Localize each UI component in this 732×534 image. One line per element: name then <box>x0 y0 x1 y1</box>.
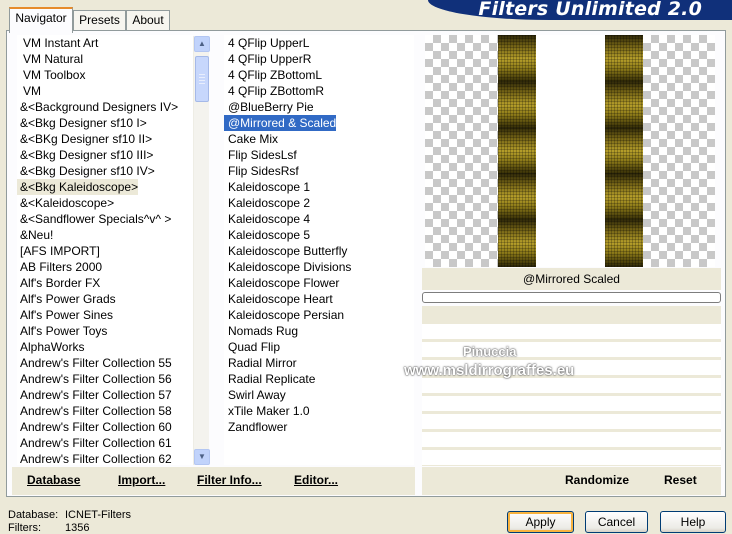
category-list-item[interactable]: Andrew's Filter Collection 56 <box>17 371 172 387</box>
category-list-item[interactable]: &<Bkg Kaleidoscope> <box>17 179 139 195</box>
help-button[interactable]: Help <box>660 511 726 533</box>
tab-about[interactable]: About <box>126 10 170 31</box>
category-list-item[interactable]: Alf's Power Sines <box>17 307 113 323</box>
category-list-item[interactable]: AlphaWorks <box>17 339 84 355</box>
parameter-row <box>422 432 721 447</box>
filter-list-item[interactable]: Kaleidoscope Divisions <box>224 259 351 275</box>
database-button[interactable]: Database <box>27 473 80 487</box>
transparency-checker <box>425 35 498 267</box>
filter-list-item[interactable]: Flip SidesRsf <box>224 163 299 179</box>
category-list-item[interactable]: [AFS IMPORT] <box>17 243 100 259</box>
reset-button[interactable]: Reset <box>664 473 697 487</box>
filter-list-item[interactable]: Kaleidoscope 5 <box>224 227 310 243</box>
category-list-item[interactable]: Andrew's Filter Collection 57 <box>17 387 172 403</box>
filters-label: Filters: <box>8 522 41 534</box>
database-label: Database: <box>8 509 59 521</box>
category-list-item[interactable]: Alf's Power Toys <box>17 323 107 339</box>
cancel-button[interactable]: Cancel <box>585 511 648 533</box>
filter-list-item[interactable]: Kaleidoscope Butterfly <box>224 243 347 259</box>
scroll-up-arrow-icon[interactable]: ▲ <box>194 36 210 52</box>
watermark-url: www.msldirrograffes.eu <box>404 362 575 379</box>
watermark-name: Pinuccia <box>463 344 517 359</box>
category-list-item[interactable]: VM Instant Art <box>17 35 98 51</box>
scroll-thumb[interactable] <box>195 56 209 102</box>
filter-list-item[interactable]: Kaleidoscope 1 <box>224 179 310 195</box>
category-list-item[interactable]: &<Bkg Designer sf10 III> <box>17 147 153 163</box>
filter-list-item[interactable]: 4 QFlip ZBottomL <box>224 67 322 83</box>
filter-list-item[interactable]: Kaleidoscope 4 <box>224 211 310 227</box>
category-list-item[interactable]: &<BKg Designer sf10 II> <box>17 131 152 147</box>
filter-list-item[interactable]: 4 QFlip UpperR <box>224 51 311 67</box>
editor-button[interactable]: Editor... <box>294 473 338 487</box>
filter-list-item[interactable]: Zandflower <box>224 419 287 435</box>
preview-caption: @Mirrored Scaled <box>422 268 721 290</box>
apply-button[interactable]: Apply <box>507 511 574 533</box>
category-list[interactable]: VM Instant Art VM Natural VM Toolbox VM &<Ba… <box>17 35 193 465</box>
transparency-checker <box>643 35 715 267</box>
filter-list-item[interactable]: Swirl Away <box>224 387 286 403</box>
filter-list-item[interactable]: @BlueBerry Pie <box>224 99 314 115</box>
parameter-row <box>422 324 721 339</box>
preview-pattern-left <box>498 35 536 267</box>
filter-list-item[interactable]: Radial Mirror <box>224 355 297 371</box>
filter-list-item[interactable]: Kaleidoscope Persian <box>224 307 344 323</box>
category-list-item[interactable]: &<Background Designers IV> <box>17 99 178 115</box>
filter-list-item[interactable]: xTile Maker 1.0 <box>224 403 310 419</box>
randomize-button[interactable]: Randomize <box>565 473 629 487</box>
import-button[interactable]: Import... <box>118 473 165 487</box>
progress-bar <box>422 292 721 303</box>
category-list-item[interactable]: VM <box>17 83 41 99</box>
category-list-item[interactable]: &<Bkg Designer sf10 I> <box>17 115 147 131</box>
category-list-item[interactable]: Andrew's Filter Collection 61 <box>17 435 172 451</box>
preview-image <box>425 35 715 267</box>
category-list-item[interactable]: Alf's Border FX <box>17 275 100 291</box>
category-list-item[interactable]: &<Bkg Designer sf10 IV> <box>17 163 155 179</box>
scroll-down-arrow-icon[interactable]: ▼ <box>194 449 210 465</box>
category-scrollbar[interactable]: ▲ ▼ <box>193 36 210 465</box>
filter-list-item[interactable]: @Mirrored & Scaled <box>224 115 337 131</box>
parameter-area <box>422 306 721 466</box>
category-list-item[interactable]: VM Natural <box>17 51 83 67</box>
tab-navigator[interactable]: Navigator <box>9 7 73 33</box>
filter-list-item[interactable]: Kaleidoscope Flower <box>224 275 339 291</box>
category-list-item[interactable]: &<Kaleidoscope> <box>17 195 114 211</box>
filter-list-item[interactable]: Quad Flip <box>224 339 280 355</box>
category-list-item[interactable]: VM Toolbox <box>17 67 85 83</box>
database-value: ICNET-Filters <box>65 509 131 521</box>
app-title: Filters Unlimited 2.0 <box>478 0 702 20</box>
parameter-row <box>422 378 721 393</box>
filter-list-item[interactable]: Radial Replicate <box>224 371 315 387</box>
category-list-item[interactable]: Andrew's Filter Collection 62 <box>17 451 172 465</box>
filter-list-item[interactable]: Kaleidoscope Heart <box>224 291 333 307</box>
filter-list[interactable]: 4 QFlip UpperL 4 QFlip UpperR 4 QFlip ZBot… <box>224 35 414 465</box>
filters-count: 1356 <box>65 522 90 534</box>
category-list-item[interactable]: Andrew's Filter Collection 58 <box>17 403 172 419</box>
app-banner: Filters Unlimited 2.0 <box>428 0 732 20</box>
category-list-item[interactable]: Alf's Power Grads <box>17 291 116 307</box>
parameter-row <box>422 396 721 411</box>
filter-list-item[interactable]: 4 QFlip UpperL <box>224 35 309 51</box>
filter-info-button[interactable]: Filter Info... <box>197 473 262 487</box>
category-list-item[interactable]: Andrew's Filter Collection 60 <box>17 419 172 435</box>
category-list-item[interactable]: AB Filters 2000 <box>17 259 102 275</box>
category-list-item[interactable]: Andrew's Filter Collection 55 <box>17 355 172 371</box>
tab-presets[interactable]: Presets <box>73 10 126 31</box>
filter-list-item[interactable]: Cake Mix <box>224 131 278 147</box>
category-list-item[interactable]: &<Sandflower Specials^v^ > <box>17 211 171 227</box>
preview-pattern-right <box>605 35 643 267</box>
filter-list-item[interactable]: 4 QFlip ZBottomR <box>224 83 324 99</box>
parameter-row <box>422 414 721 429</box>
filter-list-item[interactable]: Nomads Rug <box>224 323 298 339</box>
parameter-row <box>422 450 721 465</box>
filter-list-item[interactable]: Flip SidesLsf <box>224 147 297 163</box>
category-list-item[interactable]: &Neu! <box>17 227 53 243</box>
filter-list-item[interactable]: Kaleidoscope 2 <box>224 195 310 211</box>
